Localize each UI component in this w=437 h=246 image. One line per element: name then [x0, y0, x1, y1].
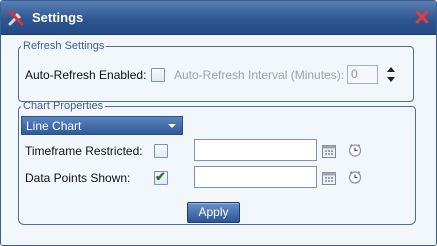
checkmark-icon: ✔	[155, 169, 166, 184]
close-icon[interactable]	[414, 9, 430, 25]
datapoints-label: Data Points Shown:	[25, 171, 131, 185]
timeframe-checkbox[interactable]	[154, 144, 168, 158]
auto-refresh-label: Auto-Refresh Enabled:	[25, 68, 147, 82]
chevron-down-icon	[168, 124, 176, 128]
clock-icon[interactable]	[348, 170, 362, 184]
chart-type-selected: Line Chart	[26, 119, 82, 133]
calendar-icon[interactable]	[322, 144, 336, 158]
refresh-settings-legend: Refresh Settings	[23, 40, 105, 52]
apply-button[interactable]: Apply	[187, 202, 240, 223]
chart-type-dropdown[interactable]: Line Chart	[21, 116, 183, 135]
timeframe-label: Timeframe Restricted:	[25, 144, 143, 158]
calendar-icon[interactable]	[322, 171, 336, 185]
title-bar[interactable]: Settings	[1, 1, 436, 35]
clock-icon[interactable]	[348, 143, 362, 157]
auto-refresh-checkbox[interactable]	[151, 68, 165, 82]
timeframe-input[interactable]	[194, 139, 317, 161]
datapoints-input[interactable]	[194, 166, 317, 188]
tools-icon	[8, 10, 24, 26]
up-down-arrows-icon[interactable]	[386, 64, 396, 86]
interval-input[interactable]: 0	[347, 65, 378, 84]
interval-label: Auto-Refresh Interval (Minutes):	[174, 68, 345, 82]
dialog-title: Settings	[32, 10, 84, 25]
datapoints-checkbox[interactable]: ✔	[154, 169, 168, 185]
chart-properties-legend: Chart Properties	[23, 100, 104, 112]
settings-dialog: Settings Refresh Settings Auto-Refresh E…	[0, 0, 437, 246]
